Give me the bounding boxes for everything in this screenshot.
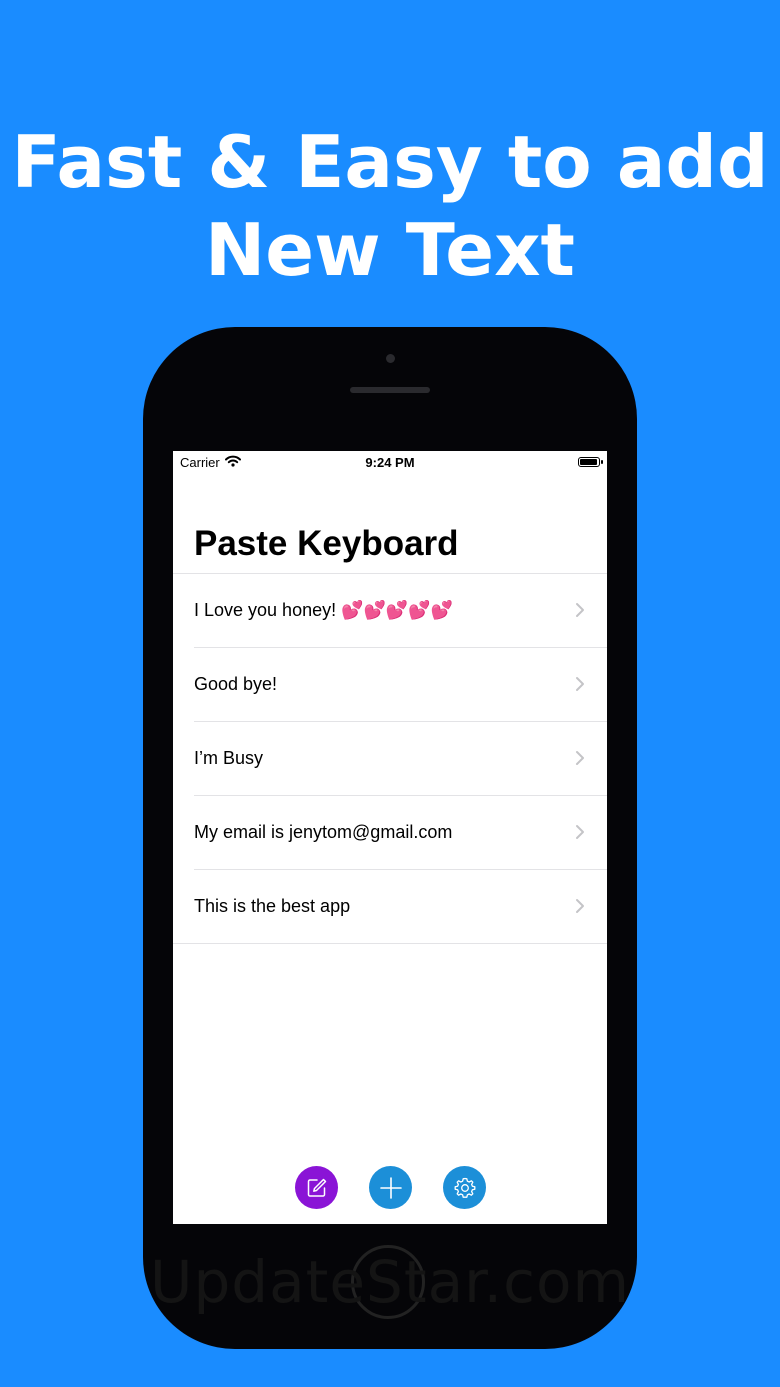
list-item[interactable]: I Love you honey! 💕💕💕💕💕 — [194, 574, 607, 648]
list-item-label: I’m Busy — [194, 748, 264, 768]
earpiece-speaker — [350, 387, 430, 393]
list-item-label: I Love you honey! 💕💕💕💕💕 — [194, 600, 454, 620]
gear-icon — [454, 1177, 475, 1198]
chevron-right-icon — [576, 751, 584, 765]
chevron-right-icon — [576, 603, 584, 617]
plus-icon — [379, 1176, 402, 1199]
watermark: UpdateStar.com — [150, 1248, 630, 1316]
list-item-label: Good bye! — [194, 674, 278, 694]
list-item[interactable]: This is the best app — [173, 870, 607, 944]
list-item[interactable]: Good bye! — [194, 648, 607, 722]
edit-icon — [307, 1178, 326, 1197]
headline-line-2: New Text — [205, 208, 575, 292]
list-item-label: My email is jenytom@gmail.com — [194, 822, 453, 842]
bottom-toolbar — [173, 1166, 607, 1210]
promo-headline: Fast & Easy to add New Text — [0, 118, 780, 294]
battery-icon — [578, 457, 603, 467]
headline-line-1: Fast & Easy to add — [11, 120, 769, 204]
phone-screen: Carrier 9:24 PM Paste Keyboard I Love yo… — [173, 451, 607, 1224]
list-item-label: This is the best app — [194, 896, 351, 916]
list-item[interactable]: I’m Busy — [194, 722, 607, 796]
text-list: I Love you honey! 💕💕💕💕💕 Good bye! I’m Bu… — [173, 573, 607, 944]
list-item[interactable]: My email is jenytom@gmail.com — [194, 796, 607, 870]
chevron-right-icon — [576, 677, 584, 691]
clock: 9:24 PM — [365, 455, 415, 470]
chevron-right-icon — [576, 899, 584, 913]
edit-button[interactable] — [295, 1166, 338, 1209]
front-camera — [386, 354, 395, 363]
page-title: Paste Keyboard — [194, 524, 459, 563]
status-bar: Carrier 9:24 PM — [173, 451, 607, 475]
settings-button[interactable] — [443, 1166, 486, 1209]
add-button[interactable] — [369, 1166, 412, 1209]
chevron-right-icon — [576, 825, 584, 839]
